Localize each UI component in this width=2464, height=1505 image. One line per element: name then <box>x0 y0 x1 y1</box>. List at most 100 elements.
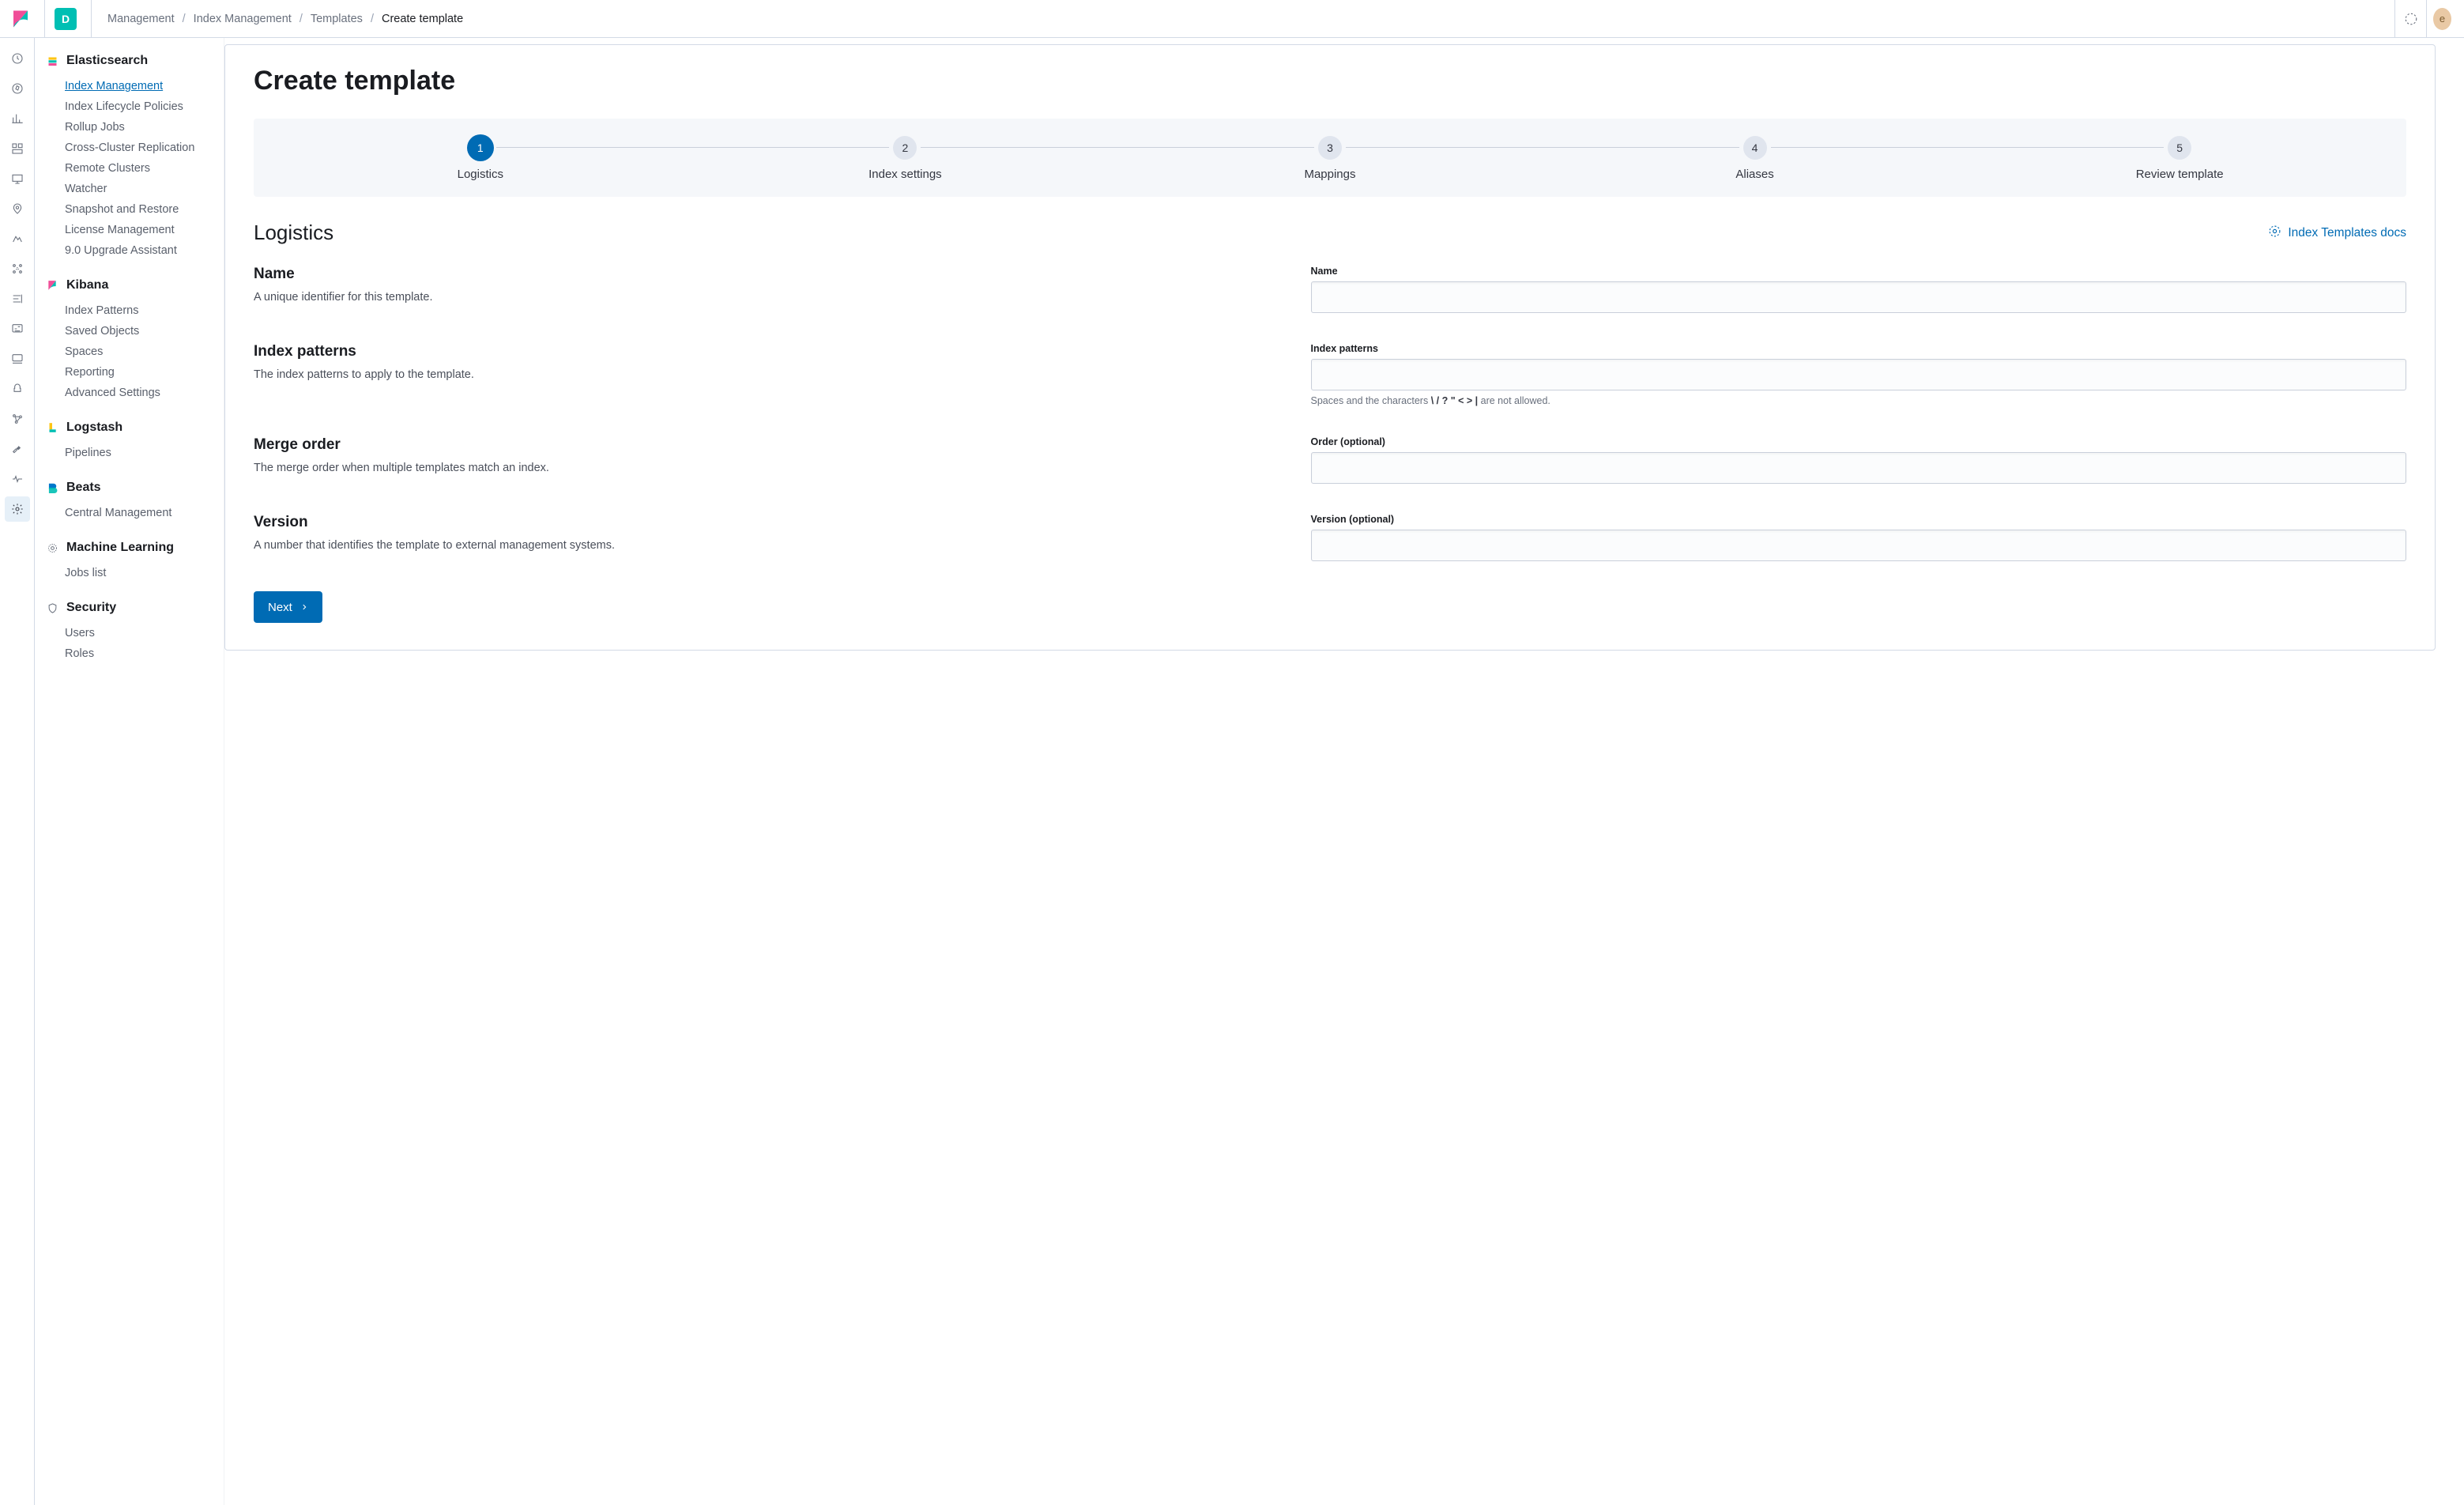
step-label: Mappings <box>1304 168 1355 181</box>
sidebar-item-ccr[interactable]: Cross-Cluster Replication <box>65 138 217 158</box>
field-title: Merge order <box>254 436 1287 454</box>
visualize-chart-icon[interactable] <box>5 106 30 131</box>
create-template-panel: Create template 1 Logistics 2 Index sett… <box>224 44 2436 651</box>
sidebar-heading-label: Kibana <box>66 278 108 292</box>
sidebar-item-upgrade[interactable]: 9.0 Upgrade Assistant <box>65 240 217 261</box>
sidebar-item-reporting[interactable]: Reporting <box>65 362 217 383</box>
breadcrumb-separator: / <box>300 13 303 25</box>
field-help-text: Spaces and the characters \ / ? " < > | … <box>1311 395 2406 406</box>
infra-icon[interactable] <box>5 256 30 281</box>
top-header: D Management / Index Management / Templa… <box>0 0 2464 38</box>
sidebar-section-logstash: Logstash Pipelines <box>41 417 217 463</box>
logs-icon[interactable] <box>5 286 30 311</box>
page-title: Create template <box>254 66 2406 96</box>
step-label: Index settings <box>868 168 942 181</box>
step-number: 5 <box>2168 136 2191 160</box>
siem-icon[interactable] <box>5 376 30 402</box>
chevron-right-icon <box>300 602 308 613</box>
breadcrumb-item[interactable]: Templates <box>311 13 363 25</box>
sidebar-item-roles[interactable]: Roles <box>65 643 217 664</box>
docs-link[interactable]: Index Templates docs <box>2268 224 2406 242</box>
sidebar-heading: Logstash <box>41 417 217 438</box>
sidebar-heading-label: Beats <box>66 481 101 495</box>
breadcrumb-separator: / <box>371 13 374 25</box>
step-aliases[interactable]: 4 Aliases <box>1543 136 1968 181</box>
sidebar-item-spaces[interactable]: Spaces <box>65 341 217 362</box>
avatar-initial: e <box>2440 13 2445 25</box>
order-input[interactable] <box>1311 452 2406 484</box>
sidebar-item-central-management[interactable]: Central Management <box>65 503 217 523</box>
recent-icon[interactable] <box>5 46 30 71</box>
sidebar-item-index-patterns[interactable]: Index Patterns <box>65 300 217 321</box>
sidebar-item-pipelines[interactable]: Pipelines <box>65 443 217 463</box>
sidebar-section-security: Security Users Roles <box>41 598 217 664</box>
logstash-icon <box>46 421 58 434</box>
field-description: A unique identifier for this template. <box>254 291 1287 304</box>
monitoring-heart-icon[interactable] <box>5 466 30 492</box>
uptime-icon[interactable] <box>5 346 30 372</box>
discover-compass-icon[interactable] <box>5 76 30 101</box>
sidebar-heading: Security <box>41 598 217 618</box>
sidebar-section-kibana: Kibana Index Patterns Saved Objects Spac… <box>41 275 217 403</box>
field-title: Index patterns <box>254 343 1287 360</box>
sidebar-item-license[interactable]: License Management <box>65 220 217 240</box>
sidebar-item-jobs-list[interactable]: Jobs list <box>65 563 217 583</box>
step-review[interactable]: 5 Review template <box>1967 136 2392 181</box>
field-description: The index patterns to apply to the templ… <box>254 368 1287 381</box>
field-label: Name <box>1311 266 2406 277</box>
canvas-icon[interactable] <box>5 166 30 191</box>
breadcrumb-item[interactable]: Index Management <box>194 13 292 25</box>
dashboard-icon[interactable] <box>5 136 30 161</box>
management-gear-icon[interactable] <box>5 496 30 522</box>
header-divider <box>91 0 92 38</box>
space-selector[interactable]: D <box>55 8 77 30</box>
graph-icon[interactable] <box>5 406 30 432</box>
breadcrumb: Management / Index Management / Template… <box>101 13 463 25</box>
sidebar-heading: Kibana <box>41 275 217 296</box>
docs-link-label: Index Templates docs <box>2288 226 2406 240</box>
sidebar-item-index-management[interactable]: Index Management <box>65 76 217 96</box>
field-title: Name <box>254 266 1287 283</box>
newsfeed-icon[interactable] <box>2394 0 2426 38</box>
field-label: Order (optional) <box>1311 436 2406 447</box>
sidebar-item-rollup[interactable]: Rollup Jobs <box>65 117 217 138</box>
form-row-name: Name A unique identifier for this templa… <box>254 266 2406 313</box>
sidebar-item-snapshot[interactable]: Snapshot and Restore <box>65 199 217 220</box>
sidebar-item-remote-clusters[interactable]: Remote Clusters <box>65 158 217 179</box>
step-logistics[interactable]: 1 Logistics <box>268 136 693 181</box>
sidebar-item-saved-objects[interactable]: Saved Objects <box>65 321 217 341</box>
breadcrumb-item[interactable]: Management <box>107 13 175 25</box>
apm-icon[interactable] <box>5 316 30 341</box>
kibana-logo-icon[interactable] <box>9 8 32 30</box>
step-index-settings[interactable]: 2 Index settings <box>693 136 1118 181</box>
name-input[interactable] <box>1311 281 2406 313</box>
space-initial: D <box>62 13 70 25</box>
ml-icon[interactable] <box>5 226 30 251</box>
security-shield-icon <box>46 602 58 614</box>
help-icon <box>2268 224 2281 242</box>
app-rail <box>0 38 35 1505</box>
sidebar-item-ilm[interactable]: Index Lifecycle Policies <box>65 96 217 117</box>
section-title: Logistics <box>254 221 333 245</box>
form-row-version: Version A number that identifies the tem… <box>254 514 2406 561</box>
elasticsearch-icon <box>46 55 58 67</box>
avatar: e <box>2433 8 2451 30</box>
sidebar-item-advanced-settings[interactable]: Advanced Settings <box>65 383 217 403</box>
sidebar-heading: Beats <box>41 477 217 498</box>
header-right: e <box>2394 0 2458 38</box>
index-patterns-input[interactable] <box>1311 359 2406 390</box>
sidebar-section-ml: Machine Learning Jobs list <box>41 538 217 583</box>
next-button[interactable]: Next <box>254 591 322 623</box>
management-sidebar: Elasticsearch Index Management Index Lif… <box>35 38 224 1505</box>
step-mappings[interactable]: 3 Mappings <box>1117 136 1543 181</box>
user-menu[interactable]: e <box>2426 0 2458 38</box>
dev-tools-icon[interactable] <box>5 436 30 462</box>
maps-pin-icon[interactable] <box>5 196 30 221</box>
version-input[interactable] <box>1311 530 2406 561</box>
breadcrumb-item-current: Create template <box>382 13 463 25</box>
sidebar-heading: Elasticsearch <box>41 51 217 71</box>
sidebar-item-watcher[interactable]: Watcher <box>65 179 217 199</box>
wizard-stepper: 1 Logistics 2 Index settings 3 Mappings … <box>254 119 2406 197</box>
sidebar-heading-label: Elasticsearch <box>66 54 148 68</box>
sidebar-item-users[interactable]: Users <box>65 623 217 643</box>
